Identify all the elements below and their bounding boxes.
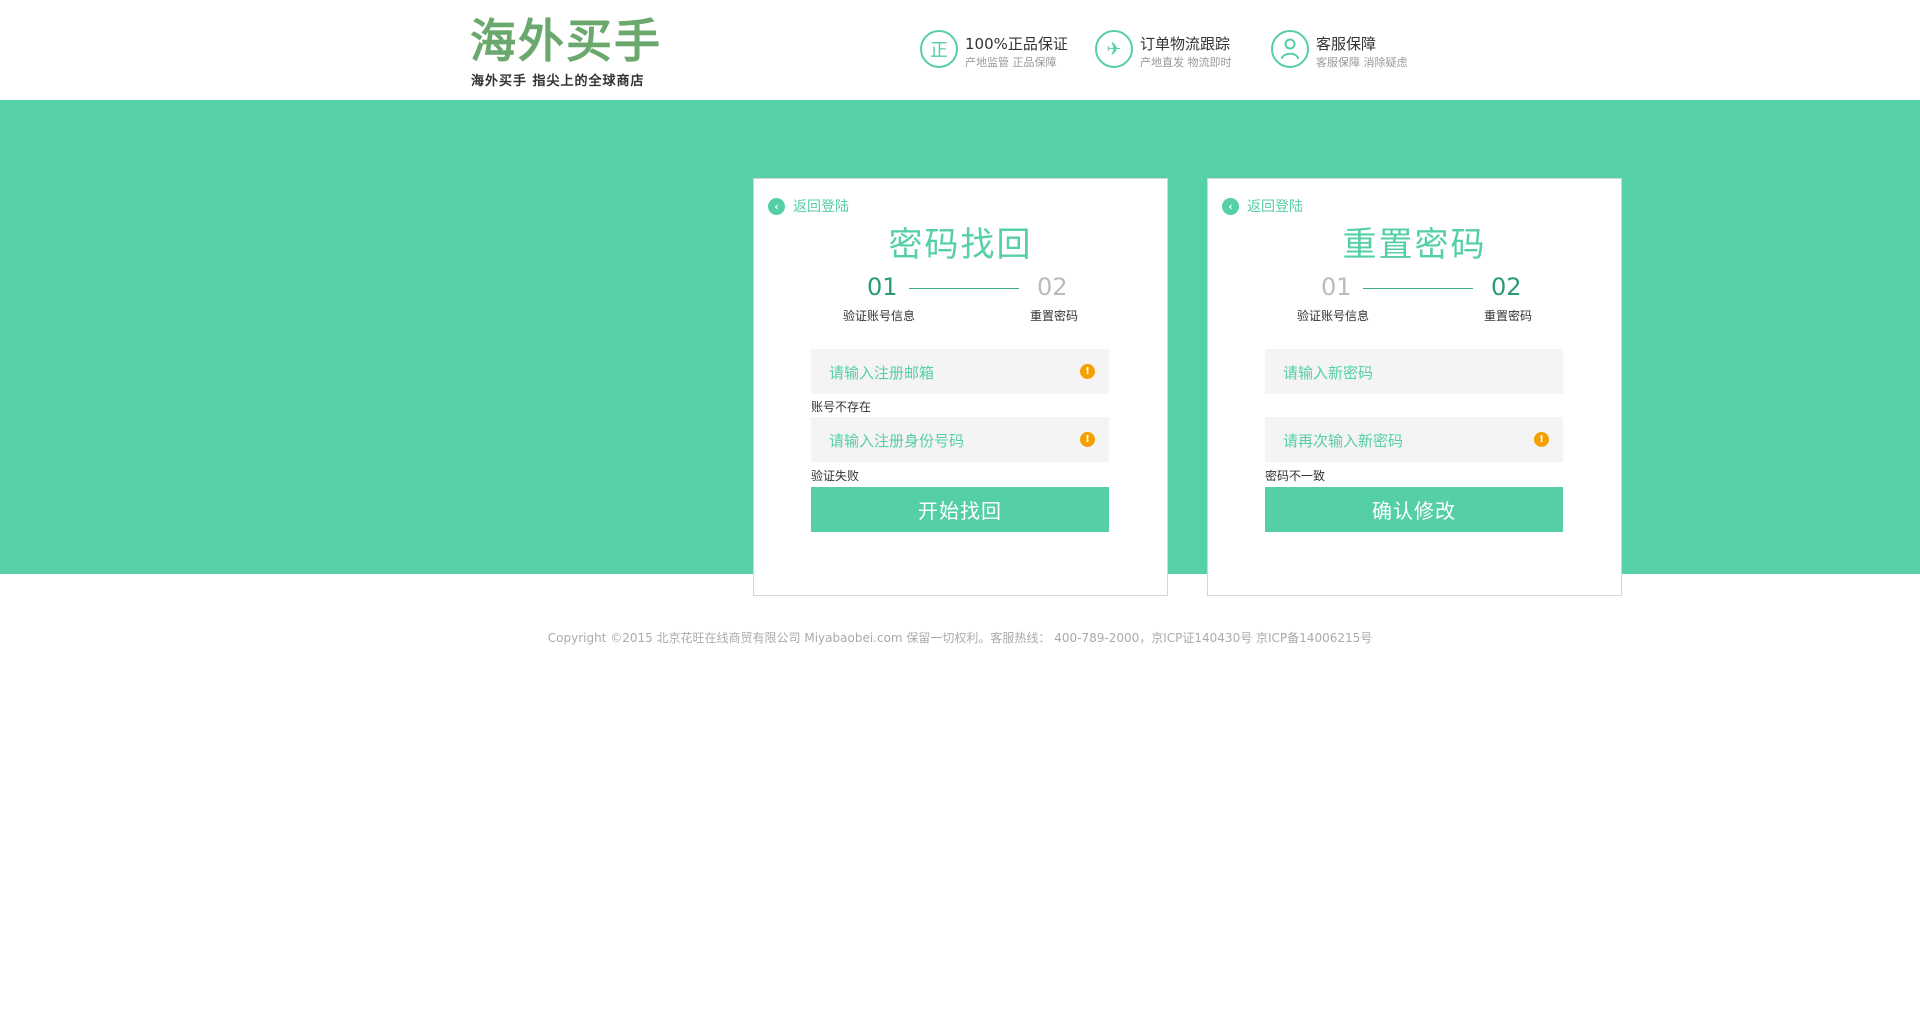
- feature-title: 客服保障: [1316, 35, 1377, 53]
- user-icon: [1271, 30, 1309, 68]
- id-number-error: 验证失败: [811, 469, 860, 483]
- step-connector: [909, 288, 1019, 289]
- warning-icon: !: [1080, 364, 1095, 379]
- back-label: 返回登陆: [1247, 199, 1303, 215]
- site-logo[interactable]: 海外买手 海外买手 指尖上的全球商店: [470, 14, 670, 89]
- feature-title: 订单物流跟踪: [1140, 35, 1231, 53]
- card-title: 重置密码: [1342, 225, 1487, 265]
- feature-subtitle: 产地监管 正品保障: [965, 56, 1057, 69]
- confirm-change-button[interactable]: 确认修改: [1265, 487, 1563, 532]
- copyright-text: Copyright ©2015 北京花旺在线商贸有限公司 Miyabaobei.…: [547, 631, 1373, 645]
- logo-title: 海外买手: [470, 14, 662, 68]
- step-1-label: 验证账号信息: [843, 309, 916, 323]
- confirm-password-error: 密码不一致: [1265, 469, 1326, 483]
- recover-password-card: ‹ 返回登陆 密码找回 01 02 验证账号信息 重置密码 请输入注册邮箱 ! …: [753, 178, 1168, 596]
- email-input[interactable]: 请输入注册邮箱 !: [811, 349, 1109, 394]
- step-connector: [1363, 288, 1473, 289]
- airplane-icon: ✈: [1095, 30, 1133, 68]
- step-2-number: 02: [1037, 273, 1068, 301]
- feature-subtitle: 客服保障 消除疑虑: [1316, 56, 1408, 69]
- email-placeholder: 请输入注册邮箱: [829, 364, 935, 382]
- step-1-label: 验证账号信息: [1297, 309, 1370, 323]
- confirm-password-placeholder: 请再次输入新密码: [1283, 432, 1404, 450]
- site-header: 海外买手 海外买手 指尖上的全球商店 正 100%正品保证 产地监管 正品保障 …: [0, 0, 1920, 100]
- step-2-label: 重置密码: [1484, 309, 1533, 323]
- confirm-password-input[interactable]: 请再次输入新密码 !: [1265, 417, 1563, 462]
- back-to-login-link[interactable]: ‹ 返回登陆: [768, 197, 849, 215]
- chevron-left-icon: ‹: [768, 197, 785, 215]
- back-to-login-link[interactable]: ‹ 返回登陆: [1222, 197, 1303, 215]
- card-title: 密码找回: [888, 225, 1033, 265]
- step-2-number: 02: [1491, 273, 1522, 301]
- id-number-input[interactable]: 请输入注册身份号码 !: [811, 417, 1109, 462]
- feature-subtitle: 产地直发 物流即时: [1140, 56, 1232, 69]
- start-recovery-button[interactable]: 开始找回: [811, 487, 1109, 532]
- id-number-placeholder: 请输入注册身份号码: [829, 432, 965, 450]
- warning-icon: !: [1534, 432, 1549, 447]
- new-password-placeholder: 请输入新密码: [1283, 364, 1374, 382]
- new-password-input[interactable]: 请输入新密码: [1265, 349, 1563, 394]
- logo-slogan: 海外买手 指尖上的全球商店: [471, 74, 645, 89]
- chevron-left-icon: ‹: [1222, 197, 1239, 215]
- step-1-number: 01: [1321, 273, 1352, 301]
- step-2-label: 重置密码: [1030, 309, 1079, 323]
- feature-title: 100%正品保证: [965, 35, 1068, 53]
- step-1-number: 01: [867, 273, 898, 301]
- warning-icon: !: [1080, 432, 1095, 447]
- email-error: 账号不存在: [811, 400, 872, 414]
- back-label: 返回登陆: [793, 199, 849, 215]
- reset-password-card: ‹ 返回登陆 重置密码 01 02 验证账号信息 重置密码 请输入新密码 请再次…: [1207, 178, 1622, 596]
- genuine-icon: 正: [920, 30, 958, 68]
